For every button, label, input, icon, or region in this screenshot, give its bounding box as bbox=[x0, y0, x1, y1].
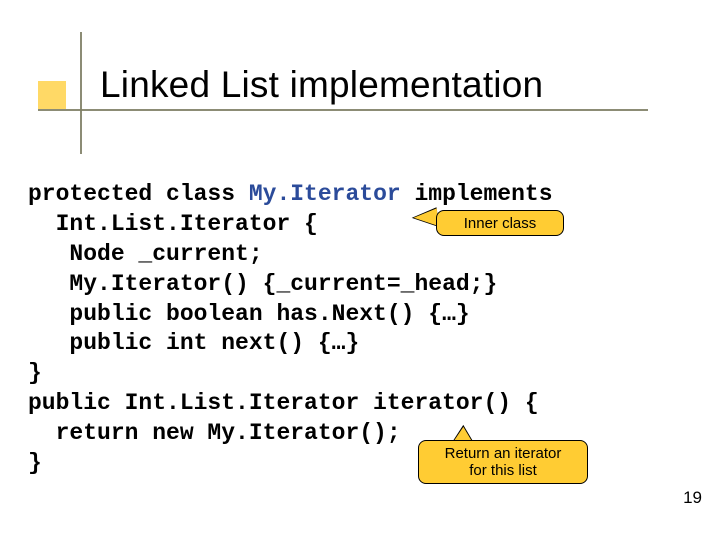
code-line-6: public int next() {…} bbox=[28, 330, 359, 356]
code-line-5: public boolean has.Next() {…} bbox=[28, 301, 470, 327]
accent-vertical-line bbox=[80, 32, 82, 154]
code-line-1a: protected class bbox=[28, 181, 249, 207]
slide-title: Linked List implementation bbox=[100, 64, 543, 106]
code-line-9: return new My.Iterator(); bbox=[28, 420, 401, 446]
code-line-1c: implements bbox=[401, 181, 553, 207]
code-block: protected class My.Iterator implements I… bbox=[28, 180, 668, 479]
code-line-2: Int.List.Iterator { bbox=[28, 211, 318, 237]
code-line-10: } bbox=[28, 450, 42, 476]
page-number: 19 bbox=[683, 488, 702, 508]
code-classname: My.Iterator bbox=[249, 181, 401, 207]
accent-underline bbox=[38, 109, 648, 111]
code-line-3: Node _current; bbox=[28, 241, 263, 267]
callout-inner-class: Inner class bbox=[436, 210, 564, 236]
code-line-7: } bbox=[28, 360, 42, 386]
code-line-8: public Int.List.Iterator iterator() { bbox=[28, 390, 539, 416]
code-line-4: My.Iterator() {_current=_head;} bbox=[28, 271, 497, 297]
accent-square bbox=[38, 81, 66, 109]
callout-return-iterator: Return an iteratorfor this list bbox=[418, 440, 588, 484]
